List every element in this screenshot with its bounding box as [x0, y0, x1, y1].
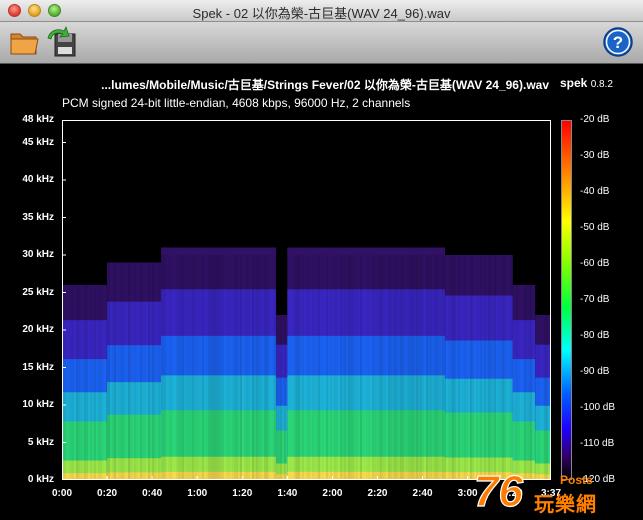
y-tick-label: 40 kHz [22, 174, 54, 185]
color-scale-bar [561, 120, 572, 480]
window-titlebar: Spek - 02 以你為榮-古巨基(WAV 24_96).wav [0, 0, 643, 22]
db-scale-label: -40 dB [580, 186, 610, 197]
x-tick-label: 0:00 [51, 488, 72, 499]
x-tick-label: 1:00 [187, 488, 208, 499]
x-tick-label: 2:20 [367, 488, 388, 499]
watermark-cn: 玩樂網 [534, 494, 597, 516]
y-tick-label: 45 kHz [22, 136, 54, 148]
y-tick-label: 0 kHz [27, 474, 54, 485]
db-scale-label: -80 dB [580, 330, 610, 341]
spectrogram-plot [62, 120, 551, 480]
x-tick-label: 0:20 [97, 488, 118, 499]
db-scale-label: -60 dB [580, 258, 610, 269]
window-title: Spek - 02 以你為榮-古巨基(WAV 24_96).wav [192, 6, 451, 21]
x-tick-label: 1:40 [277, 488, 298, 499]
y-tick-label: 10 kHz [22, 399, 54, 410]
db-scale-label: -100 dB [580, 402, 616, 413]
y-tick-label: 5 kHz [27, 436, 54, 448]
folder-open-icon [10, 33, 39, 55]
db-scale-label: -90 dB [580, 366, 610, 377]
db-scale-label: -50 dB [580, 222, 610, 233]
watermark-posts: Posts [560, 473, 593, 487]
app-name: spek [560, 76, 588, 90]
save-button[interactable] [46, 25, 80, 59]
y-tick-label: 35 kHz [22, 211, 54, 223]
app-version: 0.8.2 [590, 79, 613, 90]
y-tick-label: 48 kHz [22, 114, 54, 125]
open-file-button[interactable] [8, 25, 42, 59]
x-tick-label: 0:40 [142, 488, 163, 499]
app-brand: spek 0.8.2 [560, 76, 613, 90]
toolbar: ? [0, 22, 643, 64]
db-scale-label: -70 dB [580, 294, 610, 305]
watermark-number: 76 [474, 467, 523, 516]
watermark-logo: 76 Posts 玩樂網 [470, 462, 640, 518]
db-scale-label: -20 dB [580, 114, 610, 125]
x-tick-label: 1:20 [232, 488, 253, 499]
x-tick-label: 2:40 [412, 488, 433, 499]
audio-format-info: PCM signed 24-bit little-endian, 4608 kb… [62, 96, 411, 110]
y-tick-label: 30 kHz [22, 249, 54, 260]
y-tick-label: 15 kHz [22, 361, 54, 373]
db-scale-label: -110 dB [580, 438, 615, 449]
x-tick-label: 2:00 [322, 488, 343, 499]
db-scale-label: -30 dB [580, 150, 610, 161]
file-path-title: ...lumes/Mobile/Music/古巨基/Strings Fever/… [101, 78, 549, 92]
y-tick-label: 25 kHz [22, 286, 54, 298]
help-icon: ? [603, 27, 633, 57]
save-export-icon [47, 25, 76, 57]
svg-text:?: ? [613, 33, 623, 52]
y-tick-label: 20 kHz [22, 324, 54, 335]
help-button[interactable]: ? [601, 25, 635, 59]
